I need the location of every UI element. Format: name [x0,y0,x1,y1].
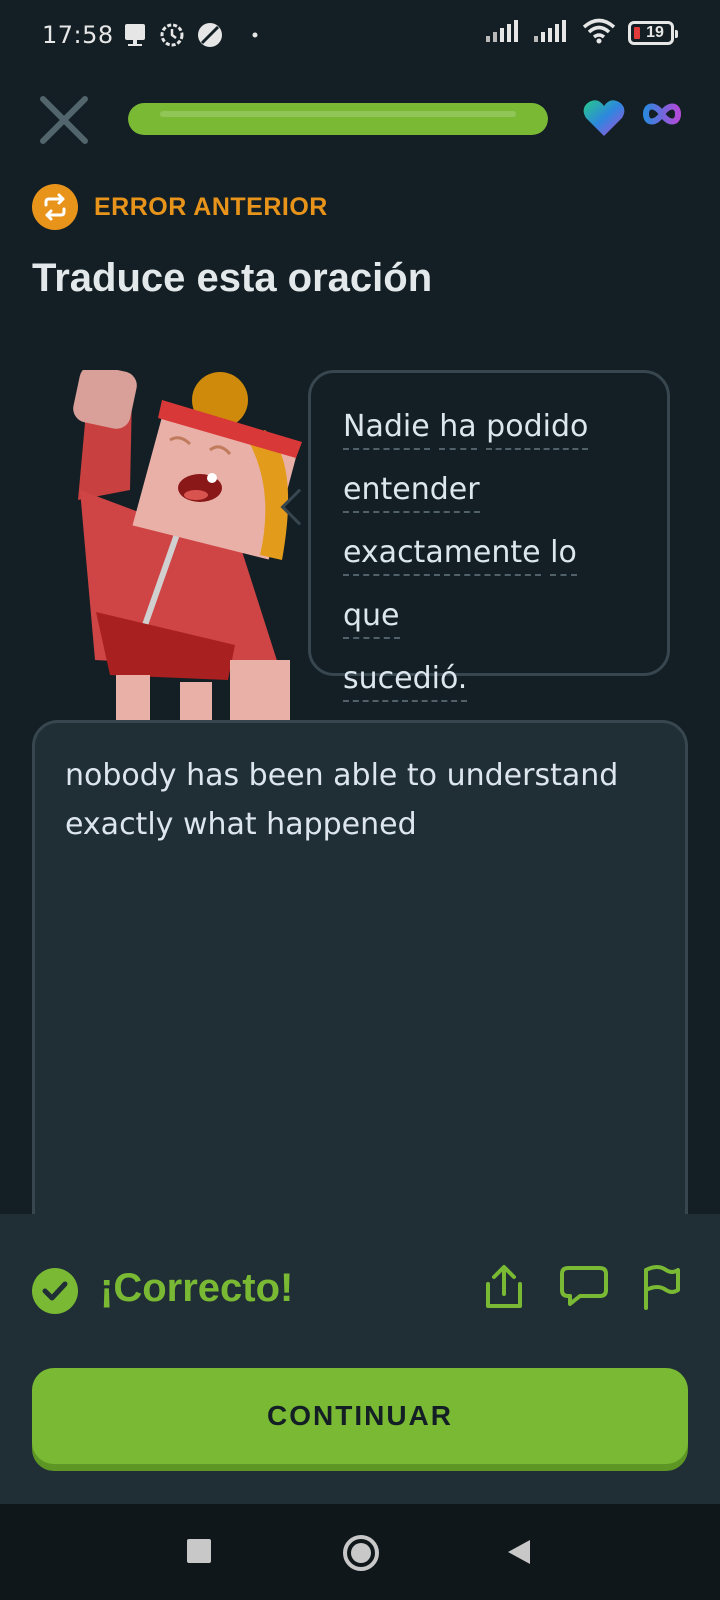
continue-label: CONTINUAR [267,1400,453,1431]
battery-level: 19 [646,24,664,41]
prompt-word[interactable]: ha [439,409,477,450]
settings-sync-icon [158,21,186,49]
lesson-progress-fill [128,103,548,135]
answer-text: nobody has been able to understand exact… [65,758,619,842]
lesson-progress-bar [128,103,548,135]
report-flag-icon[interactable] [642,1264,682,1314]
notification-icon [122,22,148,48]
close-icon [40,96,88,144]
prompt-word[interactable]: entender [343,472,480,513]
answer-textarea[interactable]: nobody has been able to understand exact… [32,720,688,1280]
repeat-icon [32,184,78,230]
comment-icon[interactable] [560,1264,608,1312]
previous-mistake-tag: ERROR ANTERIOR [32,184,328,230]
prompt-word[interactable]: sucedió. [343,661,468,702]
check-icon [32,1268,78,1314]
close-button[interactable] [36,92,92,148]
page-title: Traduce esta oración [32,256,433,300]
home-button[interactable] [342,1534,380,1576]
correct-label: ¡Correcto! [100,1266,294,1310]
status-time: 17:58 [42,21,114,49]
back-button[interactable] [506,1538,532,1570]
wifi-icon [582,18,616,48]
dot-icon [252,32,258,38]
signal-icon [534,19,570,47]
prompt-sentence: Nadie ha podido entender exactamente lo … [343,395,641,710]
speech-bubble: Nadie ha podido entender exactamente lo … [308,370,670,702]
prompt-word[interactable]: que [343,598,400,639]
infinity-icon [642,102,682,130]
status-left-icons [122,21,258,49]
data-saver-icon [196,21,224,49]
circle-icon [343,1535,379,1571]
prompt-word[interactable]: exactamente [343,535,541,576]
continue-button[interactable]: CONTINUAR [32,1368,688,1464]
character-illustration [70,365,310,720]
feedback-panel: ¡Correcto! CONTINUAR [0,1214,720,1504]
signal-icon [486,19,522,47]
share-icon[interactable] [484,1264,524,1314]
square-icon [187,1539,211,1563]
prompt-word[interactable]: podido [486,409,589,450]
back-triangle-icon [508,1540,530,1564]
heart-icon[interactable] [582,98,626,142]
recents-button[interactable] [186,1538,212,1568]
prompt-word[interactable]: lo [550,535,577,576]
lesson-header [36,88,686,148]
battery-icon: 19 [628,21,678,45]
tag-label: ERROR ANTERIOR [94,192,328,221]
system-nav-bar [0,1504,720,1600]
prompt-word[interactable]: Nadie [343,409,430,450]
status-bar: 17:58 19 [0,0,720,70]
status-right-icons: 19 [486,18,678,48]
